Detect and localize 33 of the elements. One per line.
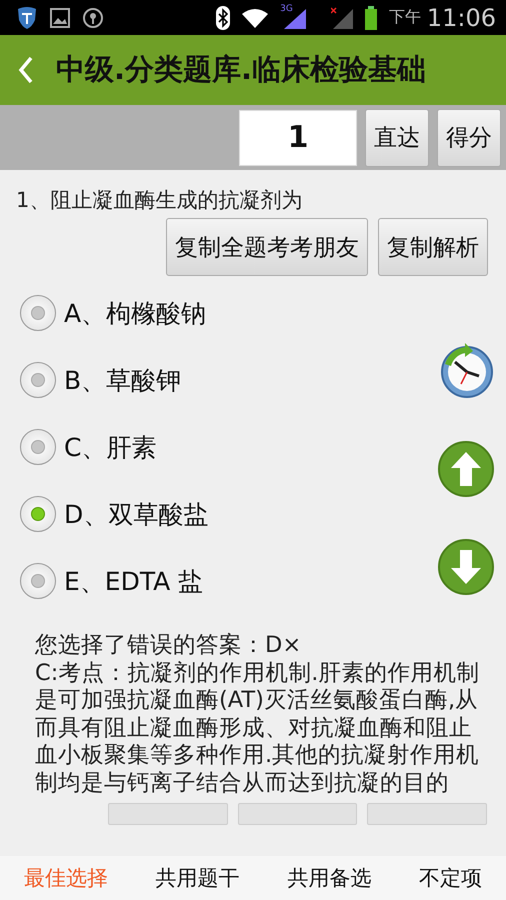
answer-option[interactable]: B、草酸钾 xyxy=(20,359,426,401)
answer-option[interactable]: E、EDTA 盐 xyxy=(20,560,426,602)
question-number-field[interactable]: 1 xyxy=(239,110,357,166)
toolbar-button[interactable]: 得分 xyxy=(437,108,501,166)
radio-button[interactable] xyxy=(20,563,56,599)
page-title: 中级.分类题库.临床检验基础 xyxy=(56,51,426,88)
network-type: 3G xyxy=(280,4,293,14)
answer-option[interactable]: A、枸橼酸钠 xyxy=(20,292,426,334)
shield-lock-icon xyxy=(82,6,104,28)
back-icon[interactable] xyxy=(18,56,34,84)
radio-button[interactable] xyxy=(20,362,56,398)
result-text: 您选择了错误的答案：D× xyxy=(35,632,302,660)
bottom-tab[interactable]: 共用题干 xyxy=(150,860,246,896)
answer-option[interactable]: D、双草酸盐 xyxy=(20,493,426,535)
radio-button[interactable] xyxy=(20,429,56,465)
wifi-icon xyxy=(242,6,268,28)
image-icon xyxy=(50,8,70,28)
explanation-text: C:考点：抗凝剂的作用机制.肝素的作用机制是可加强抗凝血酶(AT)灭活丝氨酸蛋白酶,从而具有阻止凝血酶形成、对抗凝血酶和阻止血小板聚集等多种作用.其他的抗凝射作用机制均是与钙离子结合从而达到抗凝的目的 xyxy=(35,660,480,797)
bluetooth-icon xyxy=(216,6,230,30)
shield-icon xyxy=(16,6,38,30)
bottom-tab[interactable]: 共用备选 xyxy=(281,860,378,896)
answer-option[interactable]: C、肝素 xyxy=(20,426,426,468)
question-text: 1、阻止凝血酶生成的抗凝剂为 xyxy=(15,187,304,214)
time-period: 下午 xyxy=(388,7,421,28)
bottom-tab[interactable]: 不定项 xyxy=(413,860,488,896)
battery-icon xyxy=(364,6,377,30)
copy-button[interactable]: 复制全题考考朋友 xyxy=(166,218,368,276)
no-signal-icon xyxy=(330,6,353,28)
clock-time: 11:06 xyxy=(426,4,496,32)
toolbar-button[interactable]: 直达 xyxy=(365,108,429,166)
copy-button[interactable]: 复制解析 xyxy=(378,218,488,276)
radio-button[interactable] xyxy=(20,496,56,532)
radio-button[interactable] xyxy=(20,295,56,331)
